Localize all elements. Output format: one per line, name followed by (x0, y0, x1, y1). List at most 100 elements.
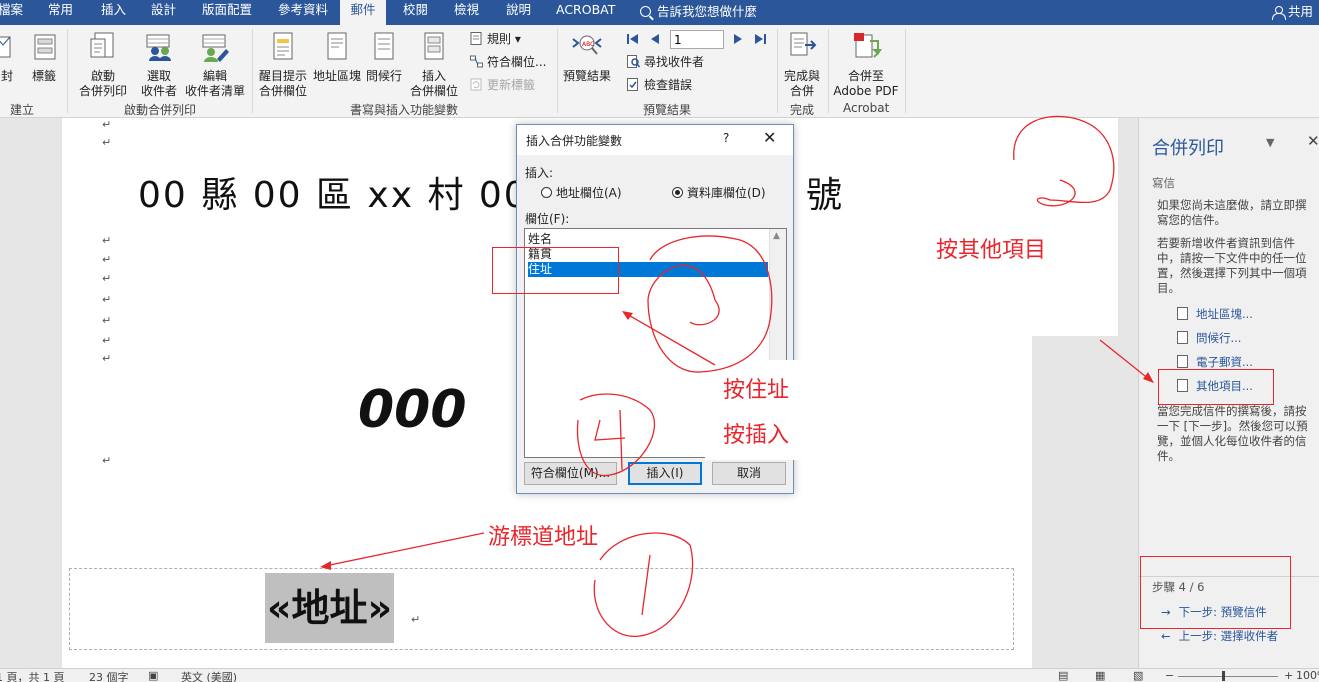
document-icon (1177, 307, 1188, 320)
paragraph-mark: ↵ (102, 136, 112, 149)
electronic-postage-link[interactable]: 電子郵資... (1177, 354, 1253, 370)
tell-me-search[interactable]: 告訴我您想做什麼 (640, 1, 757, 20)
proofing-icon[interactable]: ▣ (148, 669, 158, 682)
word-count[interactable]: 23 個字 (89, 669, 129, 682)
match-fields-icon (470, 55, 483, 68)
match-fields-button[interactable]: 符合欄位(M)... (524, 462, 617, 485)
paragraph-mark: ↵ (411, 613, 421, 626)
tab-file[interactable]: 檔案 (0, 0, 27, 25)
update-labels-icon (470, 78, 482, 91)
annotation-box-next-step (1140, 556, 1291, 629)
insert-field-icon (424, 32, 444, 60)
database-fields-radio[interactable]: 資料庫欄位(D) (672, 184, 766, 201)
greeting-line-link-label: 問候行... (1196, 331, 1242, 345)
match-fields-label: 符合欄位... (487, 55, 547, 69)
check-errors-button[interactable]: 檢查錯誤 (627, 76, 692, 94)
labels-button[interactable]: 標籤 (28, 29, 60, 84)
address-merge-field[interactable]: «地址» (265, 573, 395, 643)
divider (67, 29, 68, 113)
pane-after-text: 當您完成信件的撰寫後，請按一下 [下一步]。然後您可以預覽，並個人化每位收件者的… (1157, 404, 1308, 463)
language[interactable]: 英文 (美國) (181, 669, 237, 682)
highlight-merge-fields-button[interactable]: 醒目提示 合併欄位 (256, 29, 310, 99)
tab-review[interactable]: 校閱 (399, 0, 432, 25)
greeting-line-label: 問候行 (365, 69, 402, 83)
start-merge-icon (90, 32, 114, 58)
zoom-out-icon[interactable]: − (1165, 669, 1174, 682)
list-item[interactable]: 姓名 (528, 232, 768, 247)
group-label-preview: 預覽結果 (643, 103, 692, 117)
merge-to-pdf-button[interactable]: 合併至 Adobe PDF (832, 29, 900, 99)
greeting-line-link[interactable]: 問候行... (1177, 330, 1241, 346)
labels-icon (34, 34, 56, 60)
group-label-create: 建立 (10, 103, 35, 117)
greeting-line-icon (374, 32, 394, 60)
update-labels-button[interactable]: 更新標籤 (470, 76, 535, 94)
tab-insert[interactable]: 插入 (97, 0, 130, 25)
group-label-start-merge: 啟動合併列印 (124, 103, 197, 117)
pane-instruction: 若要新增收件者資訊到信件中，請按一下文件中的任一位置，然後選擇下列其中一個項目。 (1157, 236, 1307, 295)
radio-selected-icon (672, 187, 683, 198)
merge-pdf-label-1: 合併至 (847, 69, 884, 83)
tab-view[interactable]: 檢視 (450, 0, 483, 25)
start-mail-merge-button[interactable]: 啟動 合併列印 (74, 29, 132, 99)
cancel-button[interactable]: 取消 (712, 462, 786, 485)
preview-results-label: 預覽結果 (562, 69, 611, 83)
envelope-icon (0, 36, 11, 58)
record-number-input[interactable] (670, 30, 724, 49)
electronic-postage-link-label: 電子郵資... (1196, 355, 1253, 369)
tab-acrobat[interactable]: ACROBAT (552, 0, 619, 25)
zoom-level[interactable]: 100% (1296, 669, 1319, 682)
previous-step-label: 上一步: 選擇收件者 (1178, 629, 1279, 643)
zoom-in-icon[interactable]: + (1284, 669, 1293, 682)
tab-references[interactable]: 參考資料 (274, 0, 332, 25)
preview-results-button[interactable]: ABC 預覽結果 (562, 29, 612, 84)
print-layout-icon[interactable]: ▦ (1095, 669, 1105, 682)
web-layout-icon[interactable]: ▧ (1133, 669, 1143, 682)
highlight-fields-icon (273, 32, 293, 60)
envelopes-button[interactable]: 封 (0, 29, 18, 84)
first-record-icon[interactable] (626, 33, 640, 45)
finish-merge-button[interactable]: 完成與 合併 (780, 29, 824, 99)
text-box[interactable] (69, 568, 1014, 650)
pane-options-icon[interactable]: ▼ (1266, 136, 1274, 149)
last-record-icon[interactable] (753, 33, 767, 45)
previous-record-icon[interactable] (650, 33, 660, 45)
find-recipient-icon (627, 55, 640, 68)
read-mode-icon[interactable]: ▤ (1058, 669, 1068, 682)
group-label-finish: 完成 (790, 103, 815, 117)
tab-home[interactable]: 常用 (44, 0, 77, 25)
help-button[interactable]: ? (723, 131, 729, 145)
annotation-cursor-address: 游標道地址 (488, 519, 599, 551)
insert-merge-field-button[interactable]: 插入 合併欄位 (406, 29, 462, 99)
edit-recipient-list-button[interactable]: 編輯 收件者清單 (184, 29, 246, 99)
pane-close-icon[interactable]: ✕ (1307, 132, 1319, 150)
insert-button[interactable]: 插入(I) (628, 462, 702, 485)
greeting-line-button[interactable]: 問候行 (364, 29, 404, 84)
share-button[interactable]: 共用 (1271, 1, 1313, 20)
select-recipients-icon (146, 34, 171, 61)
tab-mailings[interactable]: 郵件 (340, 0, 386, 25)
previous-step-link[interactable]: ← 上一步: 選擇收件者 (1161, 628, 1278, 644)
adobe-pdf-icon (854, 33, 882, 58)
address-block-button[interactable]: 地址區塊 (311, 29, 363, 84)
tab-design[interactable]: 設計 (147, 0, 180, 25)
zoom-slider[interactable] (1178, 676, 1278, 677)
close-button[interactable]: ✕ (763, 128, 776, 147)
scroll-up-icon[interactable]: ▲ (773, 231, 780, 241)
tab-help[interactable]: 說明 (502, 0, 535, 25)
tab-layout[interactable]: 版面配置 (198, 0, 256, 25)
edit-recipients-label-2: 收件者清單 (184, 84, 245, 98)
pane-title: 合併列印 (1152, 138, 1224, 159)
address-block-link[interactable]: 地址區塊... (1177, 306, 1253, 322)
annotation-click-insert: 按插入 (723, 417, 790, 449)
select-recipients-button[interactable]: 選取 收件者 (134, 29, 184, 99)
rules-button[interactable]: 規則 ▾ (470, 30, 521, 48)
match-fields-button[interactable]: 符合欄位... (470, 53, 546, 71)
page-count[interactable]: 1 頁，共 1 頁 (0, 669, 65, 682)
find-recipient-button[interactable]: 尋找收件者 (627, 53, 704, 71)
next-record-icon[interactable] (733, 33, 743, 45)
address-fields-radio[interactable]: 地址欄位(A) (541, 184, 622, 201)
divider (557, 29, 558, 113)
highlight-label-1: 醒目提示 (258, 69, 307, 83)
zoom-thumb[interactable] (1222, 671, 1225, 681)
